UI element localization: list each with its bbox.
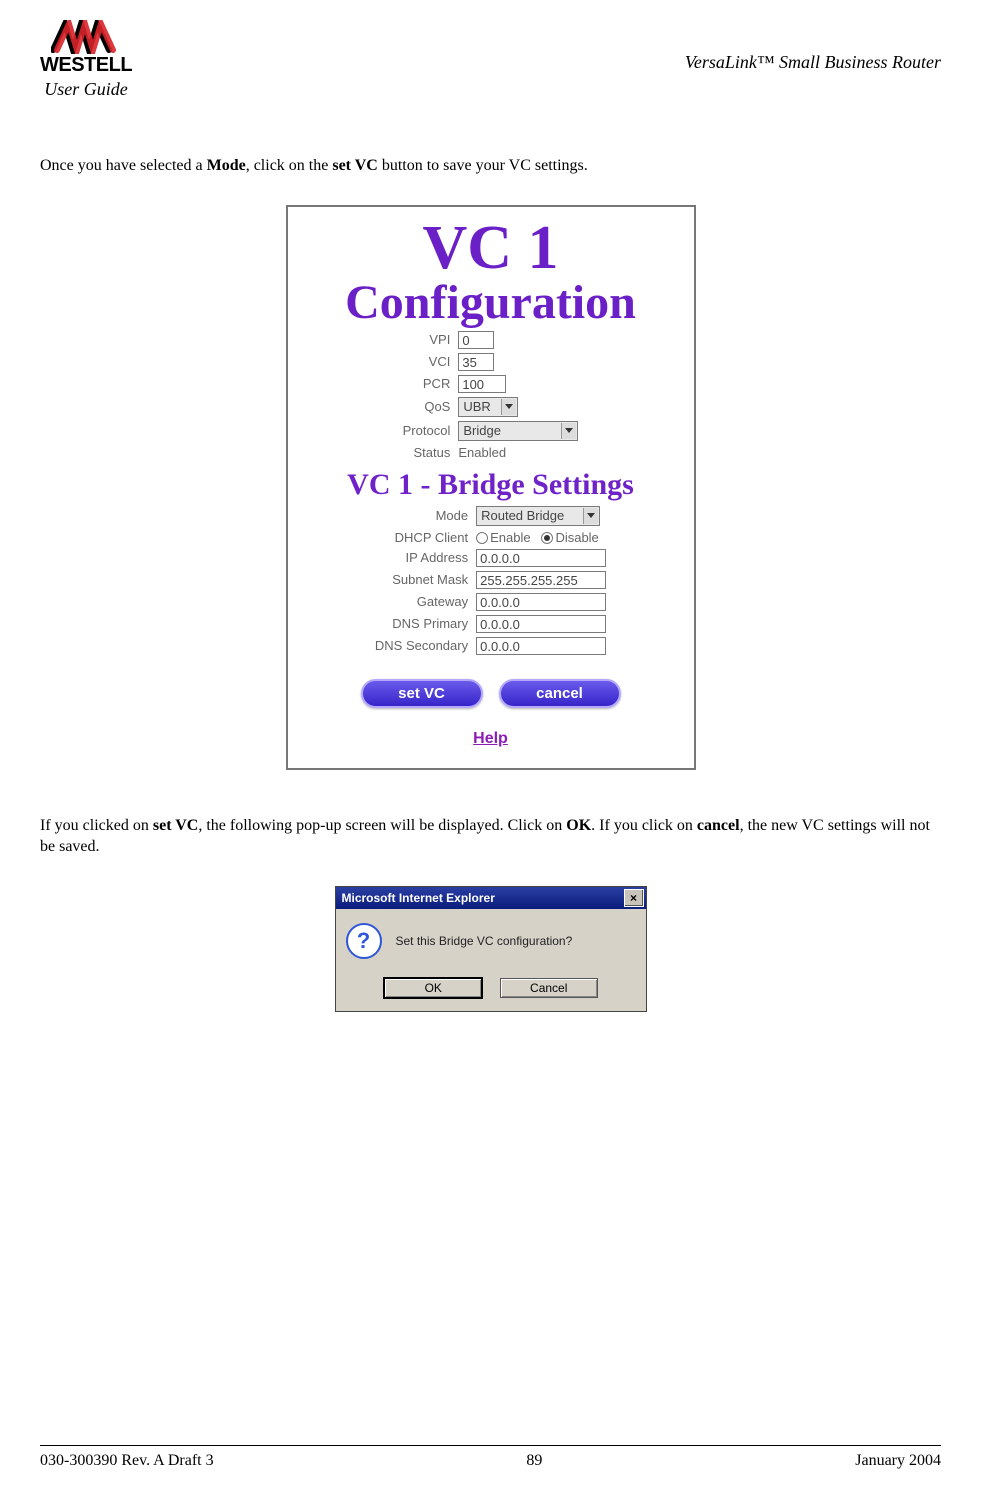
config-screenshot: VC 1 Configuration VPI 0 VCI 35 PCR 100 … [286,205,696,770]
brand-block: WESTELL User Guide [40,20,132,100]
device-name: VersaLink™ Small Business Router [685,52,941,73]
confirm-dialog: Microsoft Internet Explorer × ? Set this… [335,886,647,1012]
bridge-form: Mode Routed Bridge DHCP Client Enable Di… [371,504,610,657]
ip-label: IP Address [371,547,472,569]
ip-input[interactable]: 0.0.0.0 [476,549,606,567]
footer-left: 030-300390 Rev. A Draft 3 [40,1452,214,1470]
dns2-label: DNS Secondary [371,635,472,657]
brand-name: WESTELL [40,54,132,77]
bridge-settings-heading: VC 1 - Bridge Settings [302,468,680,502]
page-footer: 030-300390 Rev. A Draft 3 89 January 200… [40,1445,941,1470]
vpi-input[interactable]: 0 [458,331,494,349]
dns1-label: DNS Primary [371,613,472,635]
config-heading: VC 1 Configuration [302,217,680,327]
mask-label: Subnet Mask [371,569,472,591]
dhcp-enable-radio[interactable] [476,532,488,544]
qos-label: QoS [399,395,455,419]
vci-label: VCI [399,351,455,373]
gw-input[interactable]: 0.0.0.0 [476,593,606,611]
vci-input[interactable]: 35 [458,353,494,371]
instruction-paragraph-1: Once you have selected a Mode, click on … [40,155,941,177]
question-icon: ? [346,923,382,959]
config-form: VPI 0 VCI 35 PCR 100 QoS UBR Protocol [399,329,583,462]
ok-button[interactable]: OK [383,977,483,999]
gw-label: Gateway [371,591,472,613]
dns1-input[interactable]: 0.0.0.0 [476,615,606,633]
mode-select[interactable]: Routed Bridge [476,506,600,526]
page-number: 89 [526,1452,542,1470]
mask-input[interactable]: 255.255.255.255 [476,571,606,589]
westell-logo-icon [51,20,121,54]
status-label: Status [399,443,455,462]
pcr-input[interactable]: 100 [458,375,506,393]
mode-label: Mode [371,504,472,528]
close-icon[interactable]: × [624,889,644,907]
dialog-cancel-button[interactable]: Cancel [500,978,598,998]
vpi-label: VPI [399,329,455,351]
instruction-paragraph-2: If you clicked on set VC, the following … [40,815,941,858]
cancel-button[interactable]: cancel [499,679,621,708]
dhcp-enable-label: Enable [490,530,530,545]
dhcp-disable-radio[interactable] [541,532,553,544]
footer-date: January 2004 [855,1452,941,1470]
user-guide-label: User Guide [44,79,128,100]
chevron-down-icon [501,399,516,415]
dialog-title-text: Microsoft Internet Explorer [342,891,495,905]
page-header: WESTELL User Guide VersaLink™ Small Busi… [40,20,941,100]
set-vc-button[interactable]: set VC [361,679,483,708]
protocol-label: Protocol [399,419,455,443]
dialog-titlebar: Microsoft Internet Explorer × [336,887,646,909]
status-value: Enabled [454,443,582,462]
dhcp-label: DHCP Client [371,528,472,547]
chevron-down-icon [583,508,598,524]
pcr-label: PCR [399,373,455,395]
dns2-input[interactable]: 0.0.0.0 [476,637,606,655]
chevron-down-icon [561,423,576,439]
dialog-message: Set this Bridge VC configuration? [396,934,573,948]
protocol-select[interactable]: Bridge [458,421,578,441]
dhcp-disable-label: Disable [555,530,598,545]
help-link[interactable]: Help [302,730,680,748]
qos-select[interactable]: UBR [458,397,518,417]
